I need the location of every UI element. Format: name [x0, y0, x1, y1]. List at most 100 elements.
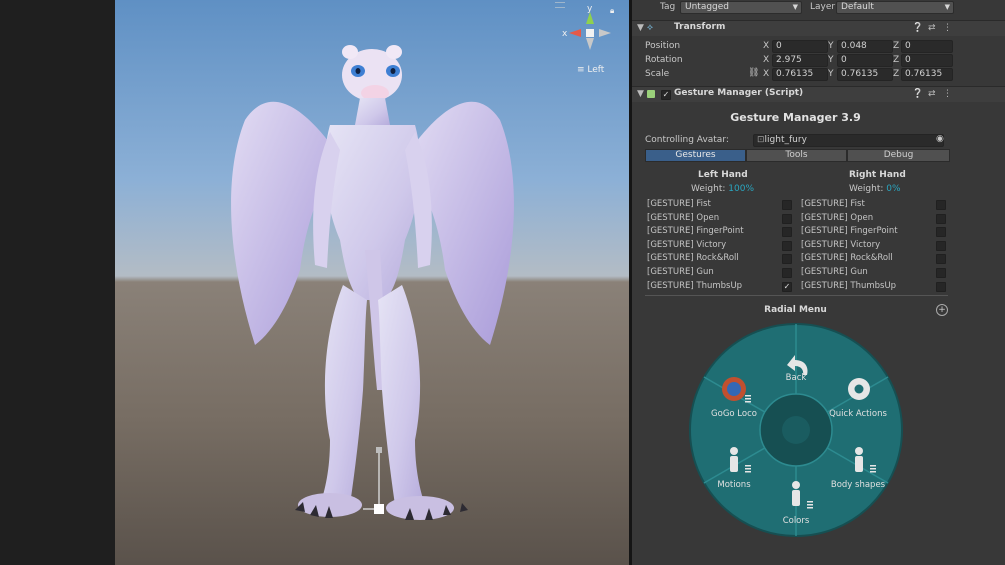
- rotation-y-field[interactable]: 0: [837, 54, 893, 67]
- right-gesture-checkbox[interactable]: [936, 254, 946, 265]
- axis-z-label: Z: [893, 69, 900, 79]
- gesture-manager-title: Gesture Manager 3.9: [730, 111, 861, 124]
- left-gesture-label: [GESTURE] Fist: [647, 199, 711, 209]
- right-hand-title: Right Hand: [849, 170, 906, 180]
- scene-view[interactable]: y x 🔒︎ ≡ Left: [115, 0, 629, 565]
- axis-z-label: Z: [893, 41, 900, 51]
- controlling-avatar-field[interactable]: ⊡light_fury: [753, 134, 944, 147]
- radial-menu[interactable]: [689, 323, 905, 539]
- preset-icon[interactable]: ⇄: [928, 89, 936, 99]
- radial-menu-title: Radial Menu: [764, 305, 827, 315]
- axis-x-label: X: [763, 41, 770, 51]
- rotation-z-field[interactable]: 0: [901, 54, 953, 67]
- tab-tools[interactable]: Tools: [746, 149, 847, 162]
- layer-label: Layer: [810, 2, 836, 12]
- component-enabled-checkbox[interactable]: ✓: [661, 90, 671, 100]
- right-gesture-checkbox[interactable]: [936, 281, 946, 292]
- gizmo-x-label: x: [562, 29, 568, 39]
- left-gesture-label: [GESTURE] FingerPoint: [647, 226, 744, 237]
- right-weight-value[interactable]: 0%: [886, 184, 900, 194]
- radial-item-quick-actions[interactable]: Quick Actions: [823, 409, 893, 419]
- scale-label: Scale: [645, 69, 670, 79]
- lock-icon[interactable]: 🔒︎: [610, 6, 614, 16]
- foldout-arrow-icon[interactable]: ▼: [637, 89, 644, 99]
- right-gesture-checkbox[interactable]: [936, 240, 946, 251]
- orientation-label[interactable]: ≡ Left: [577, 65, 604, 75]
- object-picker-icon[interactable]: ◉: [936, 134, 944, 144]
- right-gesture-checkbox[interactable]: [936, 268, 946, 278]
- inspector-panel: Tag Untagged ▼ Layer Default ▼ ▼ ⟡ Transfo…: [632, 0, 1005, 565]
- left-gesture-checkbox[interactable]: [782, 213, 792, 224]
- right-gesture-label: [GESTURE] Rock&Roll: [801, 253, 893, 264]
- rotation-x-field[interactable]: 2.975: [772, 54, 828, 67]
- position-z-field[interactable]: 0: [901, 40, 953, 53]
- axis-x-label: X: [763, 55, 770, 65]
- radial-item-back[interactable]: Back: [761, 373, 831, 383]
- right-gesture-checkbox[interactable]: [936, 227, 946, 238]
- gesture-manager-header[interactable]: ▼ ✓ Gesture Manager (Script) ❔ ⇄ ⋮: [632, 86, 1005, 102]
- controlling-avatar-label: Controlling Avatar:: [645, 135, 729, 145]
- tab-debug[interactable]: Debug: [847, 149, 950, 162]
- avatar-object-icon: ⊡: [757, 135, 765, 145]
- hamburger-icon: ≡: [577, 65, 588, 75]
- axis-y-label: Y: [828, 69, 834, 79]
- left-gesture-label: [GESTURE] ThumbsUp: [647, 280, 743, 291]
- left-hand-weight: Weight: 100%: [691, 184, 754, 194]
- right-gesture-label: [GESTURE] ThumbsUp: [801, 280, 897, 291]
- radial-item-body-shapes[interactable]: Body shapes: [823, 480, 893, 490]
- dropdown-arrow-icon: ▼: [792, 3, 798, 11]
- right-gesture-label: [GESTURE] Gun: [801, 267, 868, 277]
- radial-item-gogo-loco[interactable]: GoGo Loco: [699, 409, 769, 419]
- transform-title: Transform: [674, 22, 726, 32]
- left-weight-value[interactable]: 100%: [728, 184, 754, 194]
- left-gesture-checkbox[interactable]: [782, 240, 792, 251]
- foldout-arrow-icon[interactable]: ▼: [637, 23, 644, 33]
- tag-label: Tag: [660, 2, 676, 12]
- link-icon[interactable]: ⛓: [748, 68, 759, 78]
- move-gizmo[interactable]: [363, 444, 393, 524]
- left-gesture-checkbox[interactable]: [782, 254, 792, 265]
- left-gesture-label: [GESTURE] Gun: [647, 267, 714, 277]
- scale-z-field[interactable]: 0.76135: [901, 68, 953, 81]
- dropdown-arrow-icon: ▼: [944, 3, 950, 11]
- more-icon[interactable]: ⋮: [943, 89, 952, 99]
- rotation-label: Rotation: [645, 55, 683, 65]
- tag-dropdown[interactable]: Untagged ▼: [680, 1, 802, 14]
- help-icon[interactable]: ❔: [912, 89, 923, 99]
- more-icon[interactable]: ⋮: [943, 23, 952, 33]
- right-gesture-checkbox[interactable]: [936, 200, 946, 210]
- radial-item-motions[interactable]: Motions: [699, 480, 769, 490]
- separator: [645, 295, 948, 296]
- left-gesture-checkbox[interactable]: ✓: [782, 281, 792, 292]
- right-gesture-checkbox[interactable]: [936, 213, 946, 224]
- left-gesture-checkbox[interactable]: [782, 227, 792, 238]
- help-icon[interactable]: ❔: [912, 23, 923, 33]
- right-gesture-label: [GESTURE] Open: [801, 212, 874, 223]
- axis-y-label: Y: [828, 55, 834, 65]
- scale-x-field[interactable]: 0.76135: [772, 68, 828, 81]
- layer-dropdown[interactable]: Default ▼: [836, 1, 954, 14]
- scale-y-field[interactable]: 0.76135: [837, 68, 893, 81]
- left-gesture-checkbox[interactable]: [782, 200, 792, 210]
- radial-item-colors[interactable]: Colors: [761, 516, 831, 526]
- gizmo-y-label: y: [587, 4, 593, 14]
- transform-icon: ⟡: [647, 23, 653, 33]
- transform-header[interactable]: ▼ ⟡ Transform ❔ ⇄ ⋮: [632, 20, 1005, 36]
- left-gesture-label: [GESTURE] Open: [647, 212, 720, 223]
- add-icon[interactable]: +: [936, 304, 948, 316]
- preset-icon[interactable]: ⇄: [928, 23, 936, 33]
- position-y-field[interactable]: 0.048: [837, 40, 893, 53]
- left-gesture-label: [GESTURE] Victory: [647, 239, 727, 250]
- left-gesture-checkbox[interactable]: [782, 268, 792, 278]
- left-gesture-label: [GESTURE] Rock&Roll: [647, 253, 739, 264]
- tab-gestures[interactable]: Gestures: [645, 149, 746, 162]
- right-hand-weight: Weight: 0%: [849, 184, 901, 194]
- left-panel: [0, 0, 115, 565]
- right-gesture-label: [GESTURE] FingerPoint: [801, 226, 898, 237]
- position-x-field[interactable]: 0: [772, 40, 828, 53]
- right-gesture-label: [GESTURE] Victory: [801, 239, 881, 250]
- axis-x-label: X: [763, 69, 770, 79]
- right-gesture-label: [GESTURE] Fist: [801, 199, 865, 209]
- axis-z-label: Z: [893, 55, 900, 65]
- gesture-manager-header-title: Gesture Manager (Script): [674, 88, 804, 98]
